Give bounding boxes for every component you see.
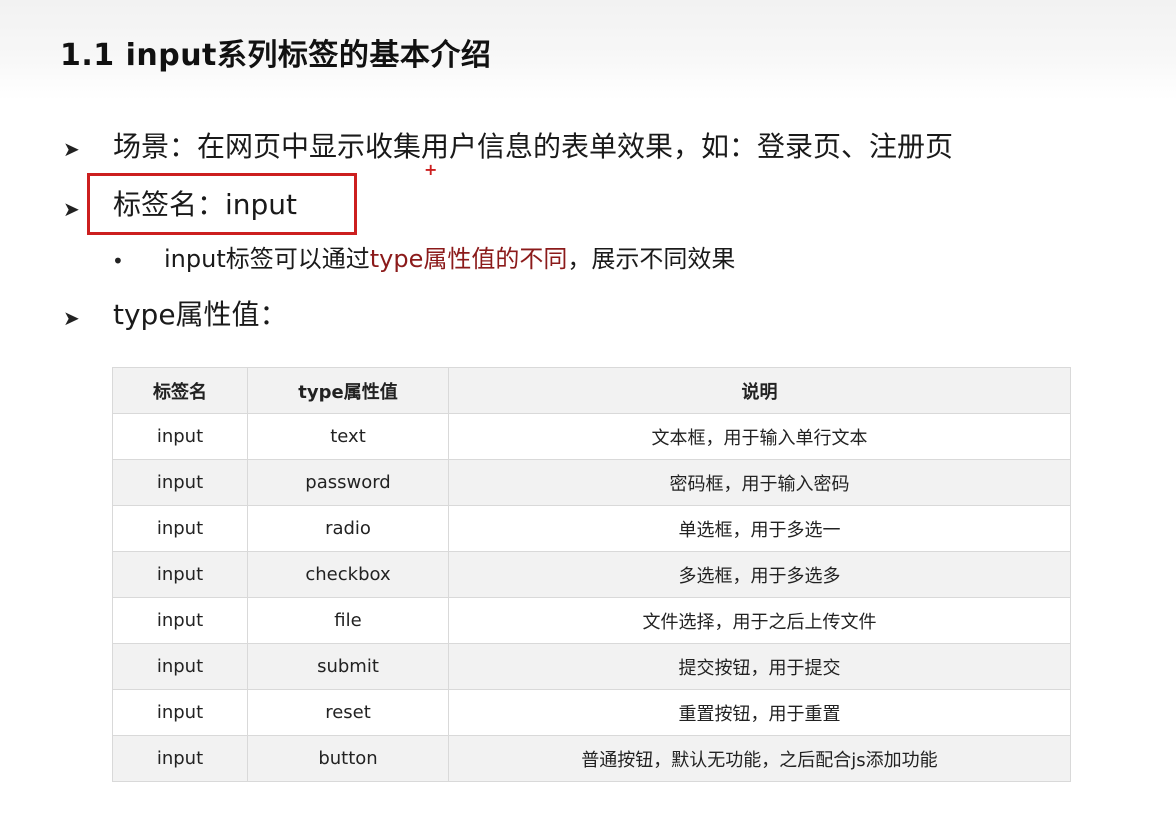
table-row: input reset 重置按钮，用于重置 (112, 689, 1071, 736)
table-cell: submit (247, 643, 449, 690)
slide-title: 1.1 input系列标签的基本介绍 (60, 38, 492, 73)
table-row: input radio 单选框，用于多选一 (112, 505, 1071, 552)
input-type-table: 标签名 type属性值 说明 input text 文本框，用于输入单行文本 i… (112, 367, 1071, 782)
table-cell: file (247, 597, 449, 644)
sub-bullet-type-explanation: input标签可以通过type属性值的不同，展示不同效果 (164, 247, 735, 271)
table-cell: checkbox (247, 551, 449, 598)
table-cell: 重置按钮，用于重置 (448, 689, 1071, 736)
table-cell: 多选框，用于多选多 (448, 551, 1071, 598)
table-cell: 密码框，用于输入密码 (448, 459, 1071, 506)
sub-bullet-prefix: input标签可以通过 (164, 245, 370, 273)
table-header-cell: type属性值 (247, 367, 449, 414)
bullet-tag-name: 标签名：input (113, 188, 298, 221)
table-cell: input (112, 597, 248, 644)
table-cell: input (112, 689, 248, 736)
table-cell: 文件选择，用于之后上传文件 (448, 597, 1071, 644)
table-cell: input (112, 551, 248, 598)
table-row: input submit 提交按钮，用于提交 (112, 643, 1071, 690)
sub-bullet-suffix: ，展示不同效果 (567, 245, 736, 273)
table-cell: radio (247, 505, 449, 552)
table-row: input text 文本框，用于输入单行文本 (112, 413, 1071, 460)
table-cell: input (112, 413, 248, 460)
table-row: input button 普通按钮，默认无功能，之后配合js添加功能 (112, 735, 1071, 782)
table-cell: input (112, 735, 248, 782)
table-header-cell: 标签名 (112, 367, 248, 414)
table-row: input password 密码框，用于输入密码 (112, 459, 1071, 506)
text-cursor-icon: + (424, 160, 438, 179)
table-cell: 单选框，用于多选一 (448, 505, 1071, 552)
bullet-scene: 场景：在网页中显示收集用户信息的表单效果，如：登录页、注册页 (113, 130, 954, 163)
table-header-cell: 说明 (448, 367, 1071, 414)
table-cell: text (247, 413, 449, 460)
table-row: input checkbox 多选框，用于多选多 (112, 551, 1071, 598)
table-cell: input (112, 643, 248, 690)
arrow-bullet-icon: ➤ (63, 197, 80, 221)
table-cell: button (247, 735, 449, 782)
dot-bullet-icon: • (112, 249, 124, 273)
table-cell: input (112, 505, 248, 552)
table-header-row: 标签名 type属性值 说明 (112, 367, 1071, 414)
bullet-type-values: type属性值： (113, 298, 288, 331)
table-cell: 文本框，用于输入单行文本 (448, 413, 1071, 460)
table-row: input file 文件选择，用于之后上传文件 (112, 597, 1071, 644)
table-cell: reset (247, 689, 449, 736)
table-cell: input (112, 459, 248, 506)
sub-bullet-emphasis: type属性值的不同 (369, 245, 568, 273)
table-cell: 提交按钮，用于提交 (448, 643, 1071, 690)
arrow-bullet-icon: ➤ (63, 306, 80, 330)
arrow-bullet-icon: ➤ (63, 137, 80, 161)
table-cell: 普通按钮，默认无功能，之后配合js添加功能 (448, 735, 1071, 782)
table-cell: password (247, 459, 449, 506)
